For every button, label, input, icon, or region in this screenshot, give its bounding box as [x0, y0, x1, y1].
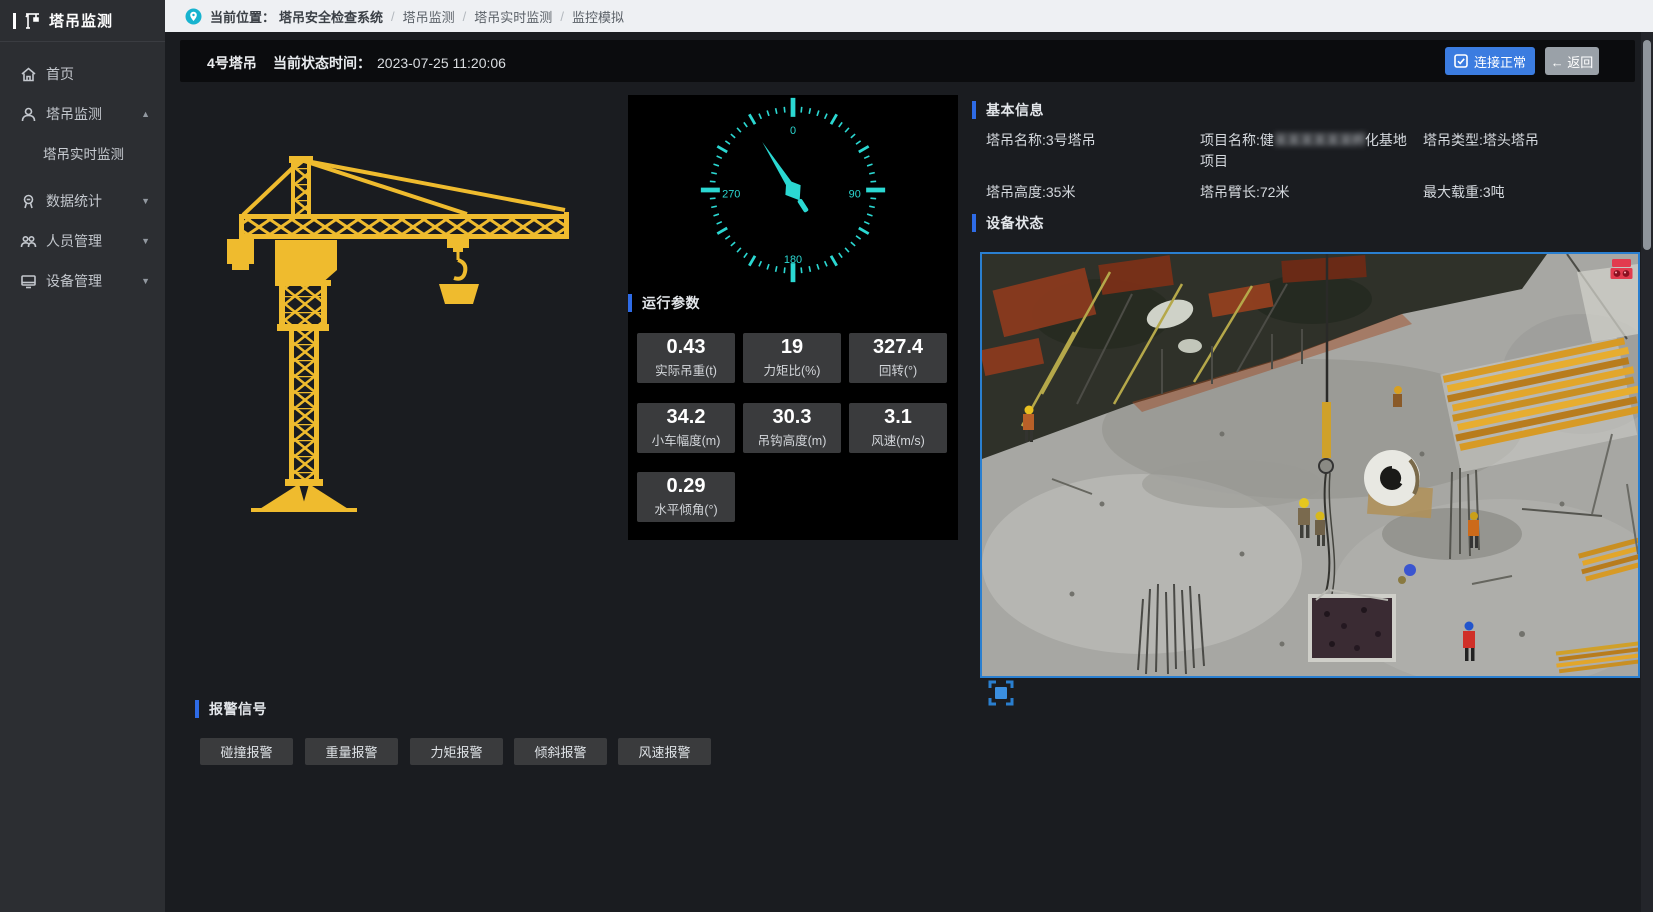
- alarm-button-tilt[interactable]: 倾斜报警: [514, 738, 607, 765]
- sidebar-item-label: 设备管理: [46, 271, 102, 291]
- basic-info-title: 基本信息: [972, 100, 1044, 120]
- param-card-wind: 3.1 风速(m/s): [849, 403, 947, 453]
- alarm-button-weight[interactable]: 重量报警: [305, 738, 398, 765]
- chevron-down-icon: ▼: [141, 196, 150, 206]
- status-time: 当前状态时间： 2023-07-25 11:20:06: [273, 53, 506, 73]
- back-button[interactable]: ← 返回: [1545, 47, 1599, 75]
- sidebar-item-crane-monitor[interactable]: 塔吊监测 ▲: [0, 94, 165, 134]
- blurred-text: 某某某某某某孵: [1274, 132, 1365, 148]
- gauge-label-top: 0: [790, 125, 796, 137]
- sidebar-logo: 塔吊监测: [0, 0, 165, 42]
- param-card-load: 0.43 实际吊重(t): [637, 333, 735, 383]
- sidebar-menu: 首页 塔吊监测 ▲ 塔吊实时监测 数据统计 ▼ 人员管理 ▼: [0, 42, 165, 301]
- connect-status-button[interactable]: 连接正常: [1445, 47, 1535, 75]
- camera-video-feed: [980, 252, 1640, 678]
- breadcrumb-prefix: 当前位置：: [210, 7, 275, 26]
- rotation-gauge: 0 90 180 270: [698, 95, 888, 285]
- param-card-tilt: 0.29 水平倾角(°): [637, 472, 735, 522]
- chevron-up-icon: ▲: [141, 109, 150, 119]
- status-time-label: 当前状态时间：: [273, 55, 371, 71]
- info-project-name: 项目名称:健某某某某某某孵化基地项目: [1200, 130, 1418, 172]
- params-section-title: 运行参数: [628, 293, 700, 313]
- checkbox-icon: [1454, 54, 1468, 68]
- sidebar: 塔吊监测 首页 塔吊监测 ▲ 塔吊实时监测 数据统计 ▼: [0, 0, 165, 912]
- info-max-load: 最大载重:3吨: [1423, 182, 1633, 203]
- sidebar-item-label: 塔吊监测: [46, 104, 102, 124]
- crane-name: 4号塔吊: [207, 53, 257, 73]
- alarm-section-title: 报警信号: [195, 699, 267, 719]
- operation-panel: 0 90 180 270 运行参数 0.43 实际吊重(t) 19: [628, 95, 958, 540]
- sidebar-item-label: 数据统计: [46, 191, 102, 211]
- home-icon: [20, 66, 37, 83]
- camera-icon: [1609, 257, 1635, 281]
- gauge-label-left: 270: [722, 189, 740, 201]
- crane-illustration: [215, 152, 575, 512]
- alarm-button-collision[interactable]: 碰撞报警: [200, 738, 293, 765]
- sidebar-item-crane-realtime[interactable]: 塔吊实时监测: [0, 134, 165, 172]
- section-accent-bar: [972, 101, 976, 119]
- chevron-down-icon: ▼: [141, 276, 150, 286]
- sidebar-item-home[interactable]: 首页: [0, 54, 165, 94]
- app-root: 塔吊监测 首页 塔吊监测 ▲ 塔吊实时监测 数据统计 ▼: [0, 0, 1653, 912]
- crane-logo-icon: [22, 11, 42, 31]
- section-accent-bar: [628, 294, 632, 312]
- gauge-label-right: 90: [849, 189, 861, 201]
- breadcrumb: 当前位置： 塔吊安全检查系统 / 塔吊监测 / 塔吊实时监测 / 监控模拟: [165, 0, 1653, 32]
- info-crane-type: 塔吊类型:塔头塔吊: [1423, 130, 1633, 151]
- sidebar-item-label: 人员管理: [46, 231, 102, 251]
- location-pin-icon: [185, 8, 202, 25]
- status-header: 4号塔吊 当前状态时间： 2023-07-25 11:20:06 连接正常 ← 返…: [180, 40, 1635, 82]
- param-card-trolley: 34.2 小车幅度(m): [637, 403, 735, 453]
- gauge-needle: [755, 137, 815, 216]
- sidebar-item-equipment[interactable]: 设备管理 ▼: [0, 261, 165, 301]
- scrollbar-thumb[interactable]: [1643, 40, 1651, 250]
- alarm-button-moment[interactable]: 力矩报警: [410, 738, 503, 765]
- app-title: 塔吊监测: [49, 10, 113, 31]
- chevron-down-icon: ▼: [141, 236, 150, 246]
- param-card-hook-height: 30.3 吊钩高度(m): [743, 403, 841, 453]
- fullscreen-scan-icon[interactable]: [988, 680, 1014, 706]
- breadcrumb-root[interactable]: 塔吊安全检查系统: [279, 7, 383, 26]
- breadcrumb-item-3[interactable]: 监控模拟: [572, 7, 624, 26]
- section-accent-bar: [195, 700, 199, 718]
- construction-site-image: [982, 254, 1638, 676]
- scrollbar[interactable]: [1641, 32, 1653, 912]
- info-crane-height: 塔吊高度:35米: [986, 182, 1196, 203]
- stats-icon: [20, 193, 37, 210]
- device-status-title: 设备状态: [972, 213, 1044, 233]
- status-time-value: 2023-07-25 11:20:06: [377, 55, 506, 71]
- users-icon: [20, 233, 37, 250]
- alarm-button-wind[interactable]: 风速报警: [618, 738, 711, 765]
- sidebar-item-statistics[interactable]: 数据统计 ▼: [0, 181, 165, 221]
- breadcrumb-item-2[interactable]: 塔吊实时监测: [474, 7, 552, 26]
- breadcrumb-item-1[interactable]: 塔吊监测: [403, 7, 455, 26]
- sidebar-item-personnel[interactable]: 人员管理 ▼: [0, 221, 165, 261]
- param-card-rotation: 327.4 回转(°): [849, 333, 947, 383]
- param-card-moment: 19 力矩比(%): [743, 333, 841, 383]
- logo-divider: [13, 13, 16, 29]
- sidebar-item-label: 首页: [46, 64, 74, 84]
- sidebar-subitem-label: 塔吊实时监测: [43, 143, 124, 163]
- device-icon: [20, 273, 37, 290]
- info-arm-length: 塔吊臂长:72米: [1200, 182, 1410, 203]
- section-accent-bar: [972, 214, 976, 232]
- gauge-label-bottom: 180: [784, 254, 802, 266]
- user-icon: [20, 106, 37, 123]
- info-crane-name: 塔吊名称:3号塔吊: [986, 130, 1196, 151]
